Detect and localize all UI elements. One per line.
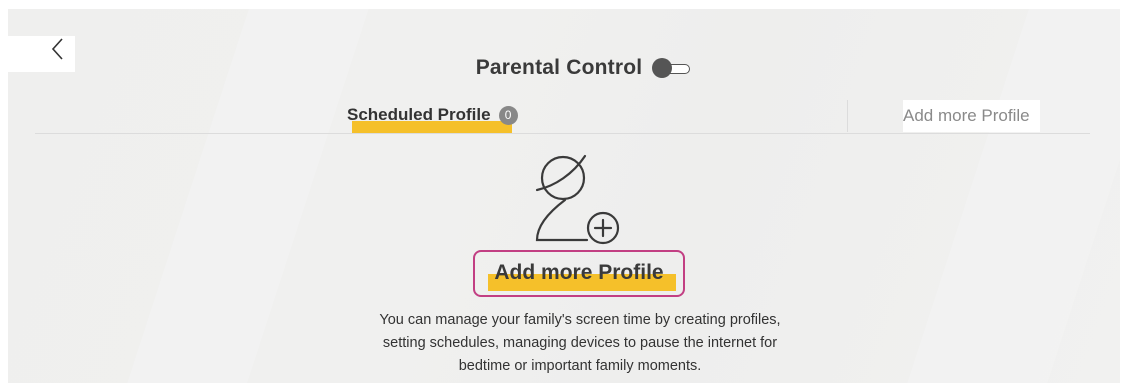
tab-scheduled-profile[interactable]: Scheduled Profile 0 (347, 105, 518, 133)
page-title: Parental Control (475, 56, 643, 79)
header: Parental Control (0, 56, 1128, 80)
add-user-icon (527, 150, 627, 250)
description-line: setting schedules, managing devices to p… (382, 335, 778, 351)
tab-divider (847, 100, 848, 132)
empty-state-description: You can manage your family's screen time… (300, 309, 860, 378)
add-profile-button[interactable]: Add more Profile (473, 250, 685, 297)
parental-control-toggle[interactable] (652, 58, 692, 78)
count-badge: 0 (498, 105, 518, 125)
toggle-knob (652, 58, 673, 78)
profile-tabs: Scheduled Profile 0 Add more Profile (35, 100, 1090, 134)
tab-add-profile[interactable]: Add more Profile (903, 100, 1040, 132)
description-line: bedtime or important family moments. (458, 358, 702, 374)
add-profile-label: Add more Profile (494, 261, 664, 284)
tab-scheduled-label: Scheduled Profile (347, 105, 491, 124)
description-line: You can manage your family's screen time… (379, 312, 781, 328)
